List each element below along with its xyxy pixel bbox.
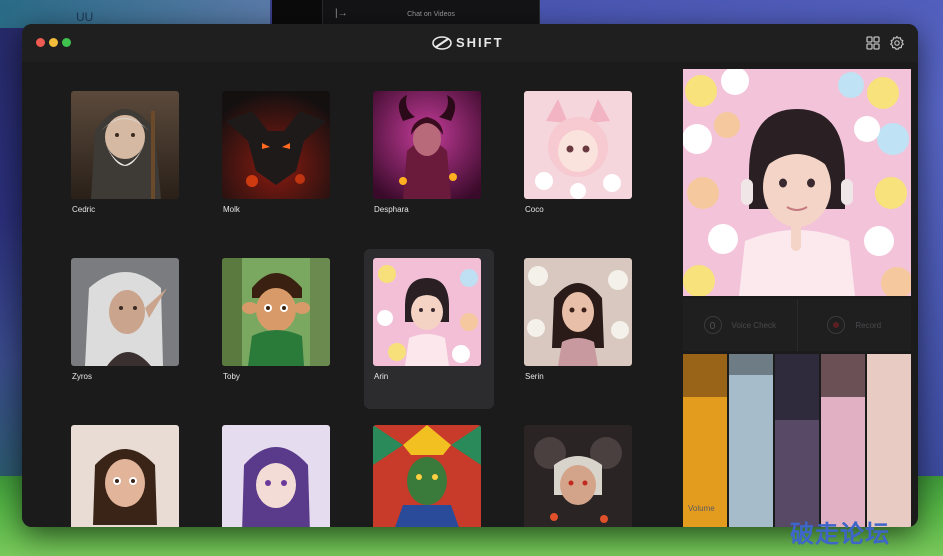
character-name: Desphara <box>374 205 409 214</box>
color-palette <box>683 354 911 527</box>
character-avatar <box>222 91 330 199</box>
character-card-desphara[interactable]: Desphara <box>364 82 494 242</box>
preview-actions: Voice Check Record <box>683 299 911 351</box>
character-card-zyros[interactable]: Zyros <box>62 249 192 409</box>
character-card-arin[interactable]: Arin <box>364 249 494 409</box>
palette-swatch[interactable] <box>775 354 819 527</box>
desktop-dark-block <box>272 0 322 26</box>
background-app-title: Chat on Videos <box>407 11 455 18</box>
microphone-icon <box>703 316 722 334</box>
character-avatar <box>71 91 179 199</box>
palette-swatch[interactable] <box>821 354 865 527</box>
character-card[interactable] <box>213 416 343 527</box>
record-icon <box>827 316 846 334</box>
character-card-coco[interactable]: Coco <box>515 82 645 242</box>
shift-logo-icon <box>432 35 452 50</box>
character-card-toby[interactable]: Toby <box>213 249 343 409</box>
character-avatar <box>373 425 481 527</box>
background-app-titlebar: |→ Chat on Videos <box>322 0 540 26</box>
character-card-serin[interactable]: Serin <box>515 249 645 409</box>
character-avatar <box>373 258 481 366</box>
app-brand-name: SHIFT <box>456 35 504 50</box>
character-preview-video[interactable] <box>683 69 911 296</box>
voice-check-label: Voice Check <box>731 320 776 330</box>
record-label: Record <box>855 320 882 330</box>
shift-app-window: SHIFT Cedric Molk Desphara Coco Zyros To… <box>22 24 918 527</box>
palette-swatch[interactable] <box>683 354 727 527</box>
maximize-window-button[interactable] <box>62 38 71 47</box>
character-card[interactable] <box>62 416 192 527</box>
character-name: Cedric <box>72 205 96 214</box>
character-name: Coco <box>525 205 544 214</box>
watermark-text: 破走论坛 <box>790 520 890 548</box>
character-name: Zyros <box>72 372 92 381</box>
character-card-molk[interactable]: Molk <box>213 82 343 242</box>
character-avatar <box>71 258 179 366</box>
character-card[interactable] <box>515 416 645 527</box>
character-card[interactable] <box>364 416 494 527</box>
close-window-button[interactable] <box>36 38 45 47</box>
volume-label: Volume <box>688 504 715 513</box>
character-avatar <box>71 425 179 527</box>
character-avatar <box>524 425 632 527</box>
character-avatar <box>524 258 632 366</box>
character-avatar <box>524 91 632 199</box>
gear-icon[interactable] <box>889 35 905 51</box>
grid-icon[interactable] <box>865 35 881 51</box>
palette-swatch[interactable] <box>729 354 773 527</box>
desktop-left-strip <box>0 28 24 498</box>
desktop-corner-glyph: UU <box>76 10 94 24</box>
character-avatar <box>222 425 330 527</box>
character-grid: Cedric Molk Desphara Coco Zyros Toby Ari… <box>22 62 680 527</box>
app-brand: SHIFT <box>432 35 504 50</box>
character-avatar <box>373 91 481 199</box>
window-titlebar[interactable]: SHIFT <box>22 24 918 62</box>
character-name: Serin <box>525 372 544 381</box>
palette-swatch[interactable] <box>867 354 911 527</box>
record-button[interactable]: Record <box>796 299 911 351</box>
minimize-window-button[interactable] <box>49 38 58 47</box>
voice-check-button[interactable]: Voice Check <box>683 299 797 351</box>
character-card-cedric[interactable]: Cedric <box>62 82 192 242</box>
character-name: Arin <box>374 372 389 381</box>
character-avatar <box>222 258 330 366</box>
character-name: Molk <box>223 205 240 214</box>
character-name: Toby <box>223 372 240 381</box>
